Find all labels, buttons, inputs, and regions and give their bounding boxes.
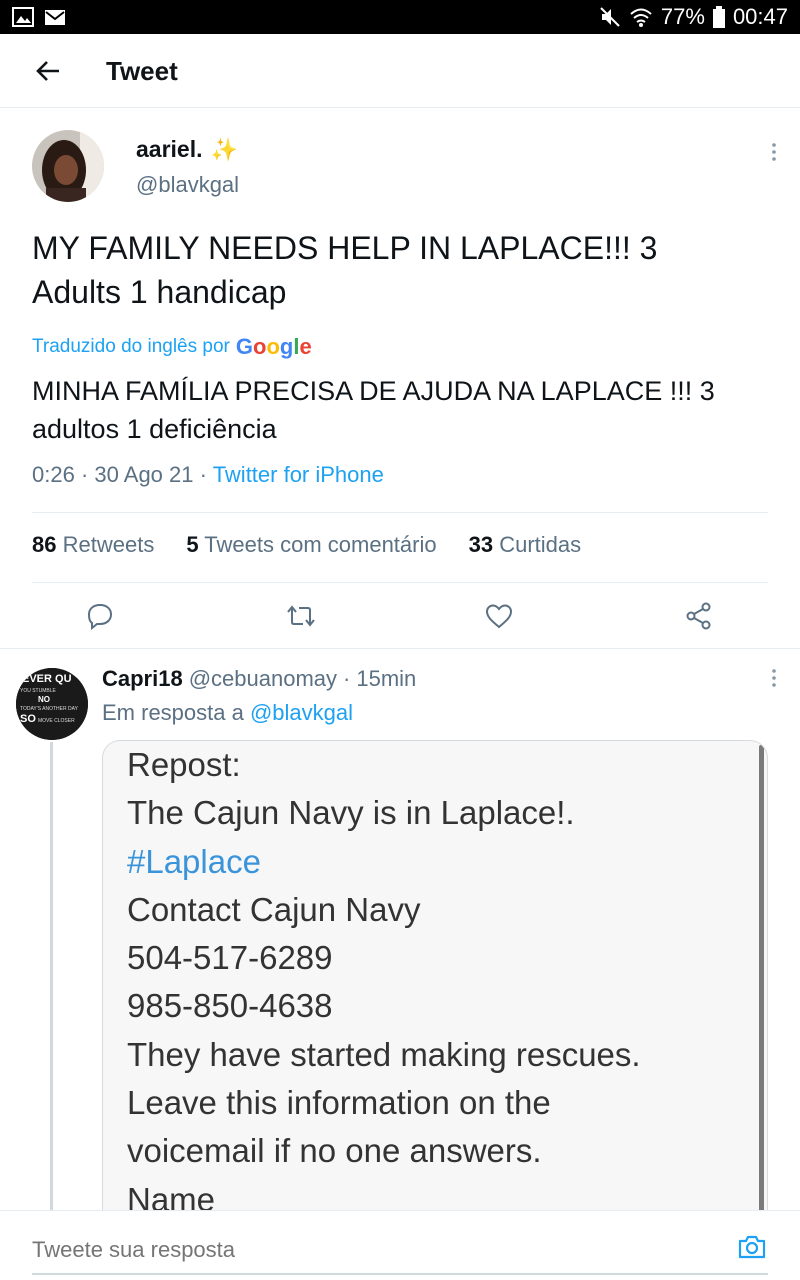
divider [32, 512, 768, 513]
image-text-block: Repost: The Cajun Navy is in Laplace!. #… [127, 741, 747, 1214]
status-bar: 77% 00:47 [0, 0, 800, 34]
battery-icon [712, 6, 725, 28]
image-text-line: Name [127, 1180, 216, 1214]
image-text-line: The Cajun Navy is in Laplace!. [127, 794, 575, 832]
share-button[interactable] [681, 598, 717, 634]
author-name[interactable]: aariel. ✨ [136, 136, 238, 163]
translated-text-line: MINHA FAMÍLIA PRECISA DE AJUDA NA LAPLAC… [32, 376, 715, 406]
tweet-stats: 86 Retweets 5 Tweets com comentário 33 C… [32, 532, 581, 558]
avatar-text: SO [20, 713, 36, 725]
quotes-stat[interactable]: 5 Tweets com comentário [186, 532, 436, 558]
tweet-source[interactable]: Twitter for iPhone [213, 462, 384, 487]
reply-to-label: Em resposta a [102, 700, 244, 725]
image-text-line: Leave this information on the [127, 1084, 551, 1122]
reply-avatar[interactable]: EVER QU YOU STUMBLE NO TODAY'S ANOTHER D… [16, 668, 88, 740]
image-text-line: 985-850-4638 [127, 987, 333, 1025]
more-options-icon[interactable] [764, 142, 784, 162]
reply-avatar-image: EVER QU YOU STUMBLE NO TODAY'S ANOTHER D… [16, 668, 88, 740]
image-text-line: Repost: [127, 746, 241, 783]
reply-author-name[interactable]: Capri18 [102, 666, 183, 692]
reply-button[interactable] [82, 598, 118, 634]
image-scroll-edge [759, 745, 764, 1214]
wifi-icon [630, 8, 652, 27]
avatar-text: EVER QU [22, 673, 72, 685]
image-text-line: 504-517-6289 [127, 939, 333, 977]
avatar-image [32, 130, 104, 202]
compose-underline [32, 1273, 768, 1275]
heart-icon [485, 604, 513, 629]
tweet-meta: 0:26 · 30 Ago 21 · Twitter for iPhone [32, 462, 384, 487]
author-username[interactable]: @blavkgal [136, 172, 239, 198]
translated-text-line: adultos 1 deficiência [32, 414, 277, 444]
image-hashtag: #Laplace [127, 842, 261, 880]
sparkles-emoji: ✨ [210, 136, 238, 162]
clock: 00:47 [732, 4, 788, 29]
tweet-actions [0, 592, 800, 638]
translation-label: Traduzido do inglês por [32, 336, 230, 357]
avatar-text: TODAY'S ANOTHER DAY [20, 706, 79, 712]
translation-attribution[interactable]: Traduzido do inglês por Google [32, 334, 312, 360]
reply-image[interactable]: Repost: The Cajun Navy is in Laplace!. #… [102, 740, 768, 1214]
avatar-text: YOU STUMBLE [20, 688, 57, 694]
image-text-line: They have started making rescues. [127, 1035, 641, 1073]
section-divider [0, 648, 800, 649]
page-title: Tweet [106, 56, 178, 86]
tweet-text-line: Adults 1 handicap [32, 274, 287, 310]
back-button[interactable] [28, 54, 68, 88]
mail-icon [45, 10, 65, 25]
reply-more-options-icon[interactable] [764, 668, 784, 688]
camera-icon[interactable] [736, 1231, 768, 1263]
translated-text: MINHA FAMÍLIA PRECISA DE AJUDA NA LAPLAC… [32, 372, 762, 448]
likes-stat[interactable]: 33 Curtidas [469, 532, 582, 558]
comment-icon [87, 603, 113, 630]
divider [32, 582, 768, 583]
avatar-text: NO [38, 695, 50, 704]
tweet-time: 0:26 [32, 462, 75, 487]
reply-author-username[interactable]: @cebuanomay [189, 666, 337, 692]
reply-header: Capri18 @cebuanomay · 15min [102, 666, 417, 692]
author-avatar[interactable] [32, 130, 104, 202]
tweet-date: 30 Ago 21 [94, 462, 194, 487]
tweet-text: MY FAMILY NEEDS HELP IN LAPLACE!!! 3 Adu… [32, 226, 762, 314]
reply-to: Em resposta a @blavkgal [102, 700, 353, 726]
image-text-line: Contact Cajun Navy [127, 890, 421, 928]
google-logo: Google [235, 334, 312, 359]
image-text-line: voicemail if no one answers. [127, 1132, 542, 1170]
author-name-text: aariel. [136, 136, 203, 162]
gallery-icon [12, 7, 34, 27]
share-icon [686, 602, 711, 630]
reply-input[interactable] [32, 1237, 682, 1263]
battery-percent: 77% [660, 4, 705, 29]
mute-icon [600, 7, 620, 27]
retweet-button[interactable] [283, 598, 319, 634]
reply-composer [0, 1210, 800, 1280]
tweet-text-line: MY FAMILY NEEDS HELP IN LAPLACE!!! 3 [32, 230, 658, 266]
reply-time: 15min [356, 666, 417, 691]
retweet-icon [287, 605, 315, 627]
retweets-stat[interactable]: 86 Retweets [32, 532, 154, 558]
avatar-text: MOVE CLOSER [38, 718, 75, 724]
arrow-left-icon [36, 61, 59, 81]
app-header: Tweet [0, 34, 800, 108]
thread-line [50, 742, 53, 1212]
reply-to-mention[interactable]: @blavkgal [250, 700, 353, 725]
like-button[interactable] [481, 598, 517, 634]
